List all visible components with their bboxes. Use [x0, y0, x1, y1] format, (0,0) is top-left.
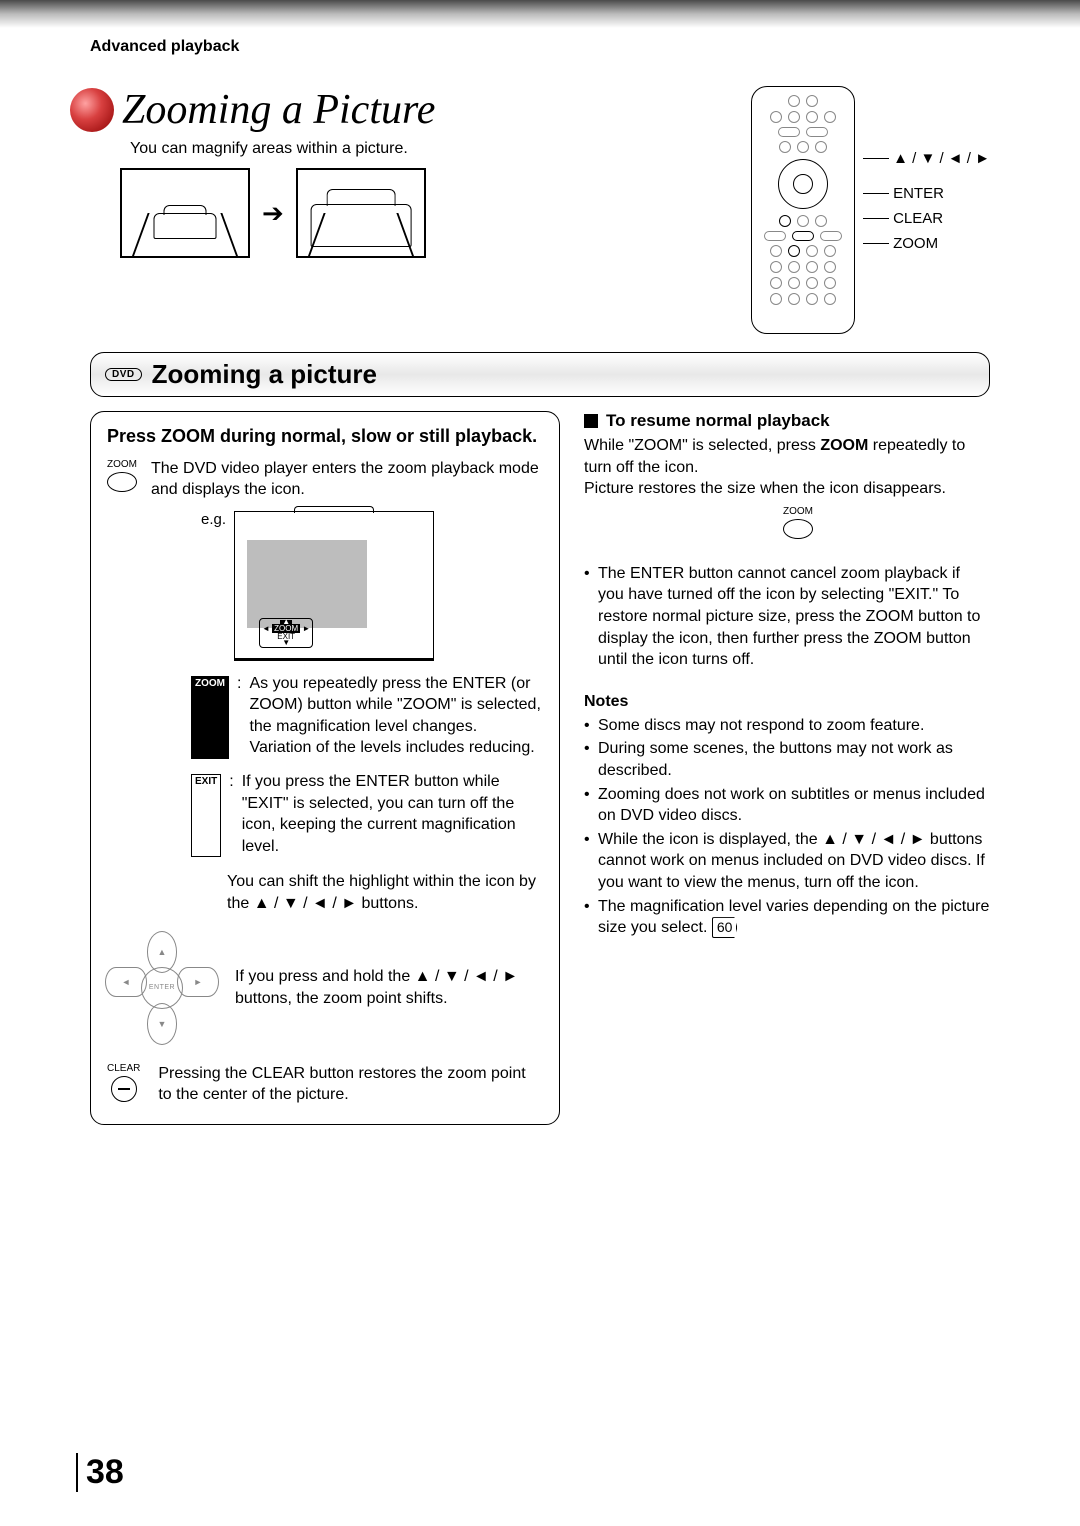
dvd-badge-icon: DVD [105, 368, 142, 381]
remote-control-icon [751, 86, 855, 334]
callout-enter: ENTER [893, 185, 944, 202]
panel-heading: Press ZOOM during normal, slow or still … [107, 426, 543, 447]
zoom-def-text: As you repeatedly press the ENTER (or ZO… [249, 673, 543, 759]
page-ref-icon: 60 [712, 917, 738, 938]
section-heading: Zooming a picture [152, 359, 377, 390]
top-gradient [0, 0, 1080, 28]
clear-button-icon: CLEAR [107, 1063, 140, 1102]
osd-zoom-exit-icon: ▲ ◄ ZOOM ► EXIT ▼ [259, 618, 313, 648]
dpad-center-label: ENTER [141, 967, 183, 1009]
notes-heading: Notes [584, 693, 990, 711]
clear-button-label: CLEAR [107, 1063, 140, 1074]
shift-hold-text: If you press and hold the ▲ / ▼ / ◄ / ► … [235, 966, 543, 1009]
notes-list: Some discs may not respond to zoom featu… [584, 715, 990, 939]
exit-tag-icon: EXIT [191, 774, 221, 857]
remote-dpad-icon [778, 159, 828, 209]
section-heading-bar: DVD Zooming a picture [90, 352, 990, 397]
note-item: During some scenes, the buttons may not … [584, 738, 990, 781]
dpad-icon: ▲ ▼ ◄ ► ENTER [107, 933, 217, 1043]
page-number: 38 [76, 1453, 124, 1492]
square-bullet-icon [584, 414, 598, 428]
car-before-icon [120, 168, 250, 258]
note-item: Zooming does not work on subtitles or me… [584, 784, 990, 827]
resume-heading: To resume normal playback [584, 411, 990, 431]
zoom-button-icon-2: ZOOM [606, 506, 990, 539]
resume-p1: While "ZOOM" is selected, press ZOOM rep… [584, 435, 990, 478]
callout-arrows: ▲ / ▼ / ◄ / ► [893, 150, 990, 167]
note-item: The magnification level varies depending… [584, 896, 990, 939]
exit-def-text: If you press the ENTER button while "EXI… [242, 771, 543, 857]
zoom-button-label: ZOOM [107, 459, 137, 470]
shift-highlight-text: You can shift the highlight within the i… [227, 871, 543, 914]
resume-p2: Picture restores the size when the icon … [584, 478, 990, 500]
callout-clear: CLEAR [893, 210, 943, 227]
step1-text: The DVD video player enters the zoom pla… [151, 459, 543, 501]
zoom-tag-icon: ZOOM [191, 676, 229, 759]
remote-callouts: ▲ / ▼ / ◄ / ► ENTER CLEAR ZOOM [863, 150, 990, 252]
note-item: While the icon is displayed, the ▲ / ▼ /… [584, 829, 990, 894]
car-after-icon [296, 168, 426, 258]
resume-bullet: The ENTER button cannot cancel zoom play… [584, 563, 990, 671]
tv-screen-icon: ▲ ◄ ZOOM ► EXIT ▼ [234, 511, 434, 661]
clear-text: Pressing the CLEAR button restores the z… [158, 1063, 543, 1106]
instruction-panel: Press ZOOM during normal, slow or still … [90, 411, 560, 1125]
page-subtitle: You can magnify areas within a picture. [130, 140, 435, 158]
eg-label: e.g. [201, 511, 226, 528]
zoom-illustration: ➔ [120, 168, 435, 258]
section-bullet-icon [70, 88, 114, 132]
arrow-right-icon: ➔ [262, 198, 284, 229]
page-title: Zooming a Picture [122, 86, 435, 134]
zoom-button-icon: ZOOM [107, 459, 137, 492]
breadcrumb: Advanced playback [90, 38, 990, 56]
note-item: Some discs may not respond to zoom featu… [584, 715, 990, 737]
callout-zoom: ZOOM [893, 235, 938, 252]
